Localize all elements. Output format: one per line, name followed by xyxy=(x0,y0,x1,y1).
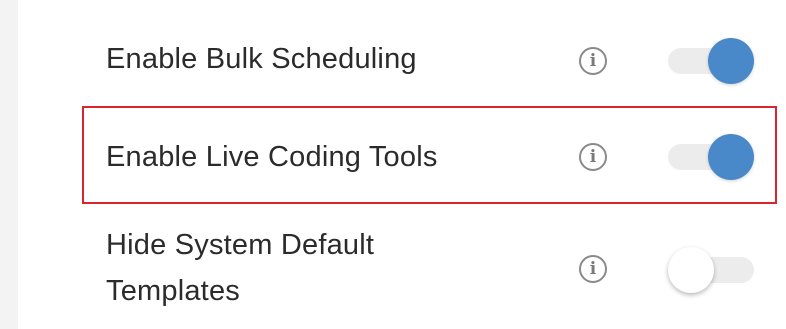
toggle-knob xyxy=(668,247,714,293)
toggle-knob xyxy=(708,134,754,180)
settings-list: Enable Bulk Scheduling i Enable Live Cod… xyxy=(82,0,777,329)
setting-row-hide-default-templates: Hide System Default Templates i xyxy=(82,210,777,329)
info-icon[interactable]: i xyxy=(579,143,607,171)
info-icon[interactable]: i xyxy=(579,255,607,283)
setting-row-live-coding-tools: Enable Live Coding Tools i xyxy=(82,106,777,204)
hide-default-templates-toggle[interactable] xyxy=(668,247,754,293)
setting-label: Enable Live Coding Tools xyxy=(106,141,438,173)
live-coding-tools-toggle[interactable] xyxy=(668,134,754,180)
left-gutter xyxy=(0,0,18,329)
setting-row-bulk-scheduling: Enable Bulk Scheduling i xyxy=(82,14,777,106)
info-icon[interactable]: i xyxy=(579,47,607,75)
toggle-knob xyxy=(708,38,754,84)
setting-label: Hide System Default Templates xyxy=(106,229,375,307)
setting-label: Enable Bulk Scheduling xyxy=(106,43,417,75)
bulk-scheduling-toggle[interactable] xyxy=(668,38,754,84)
